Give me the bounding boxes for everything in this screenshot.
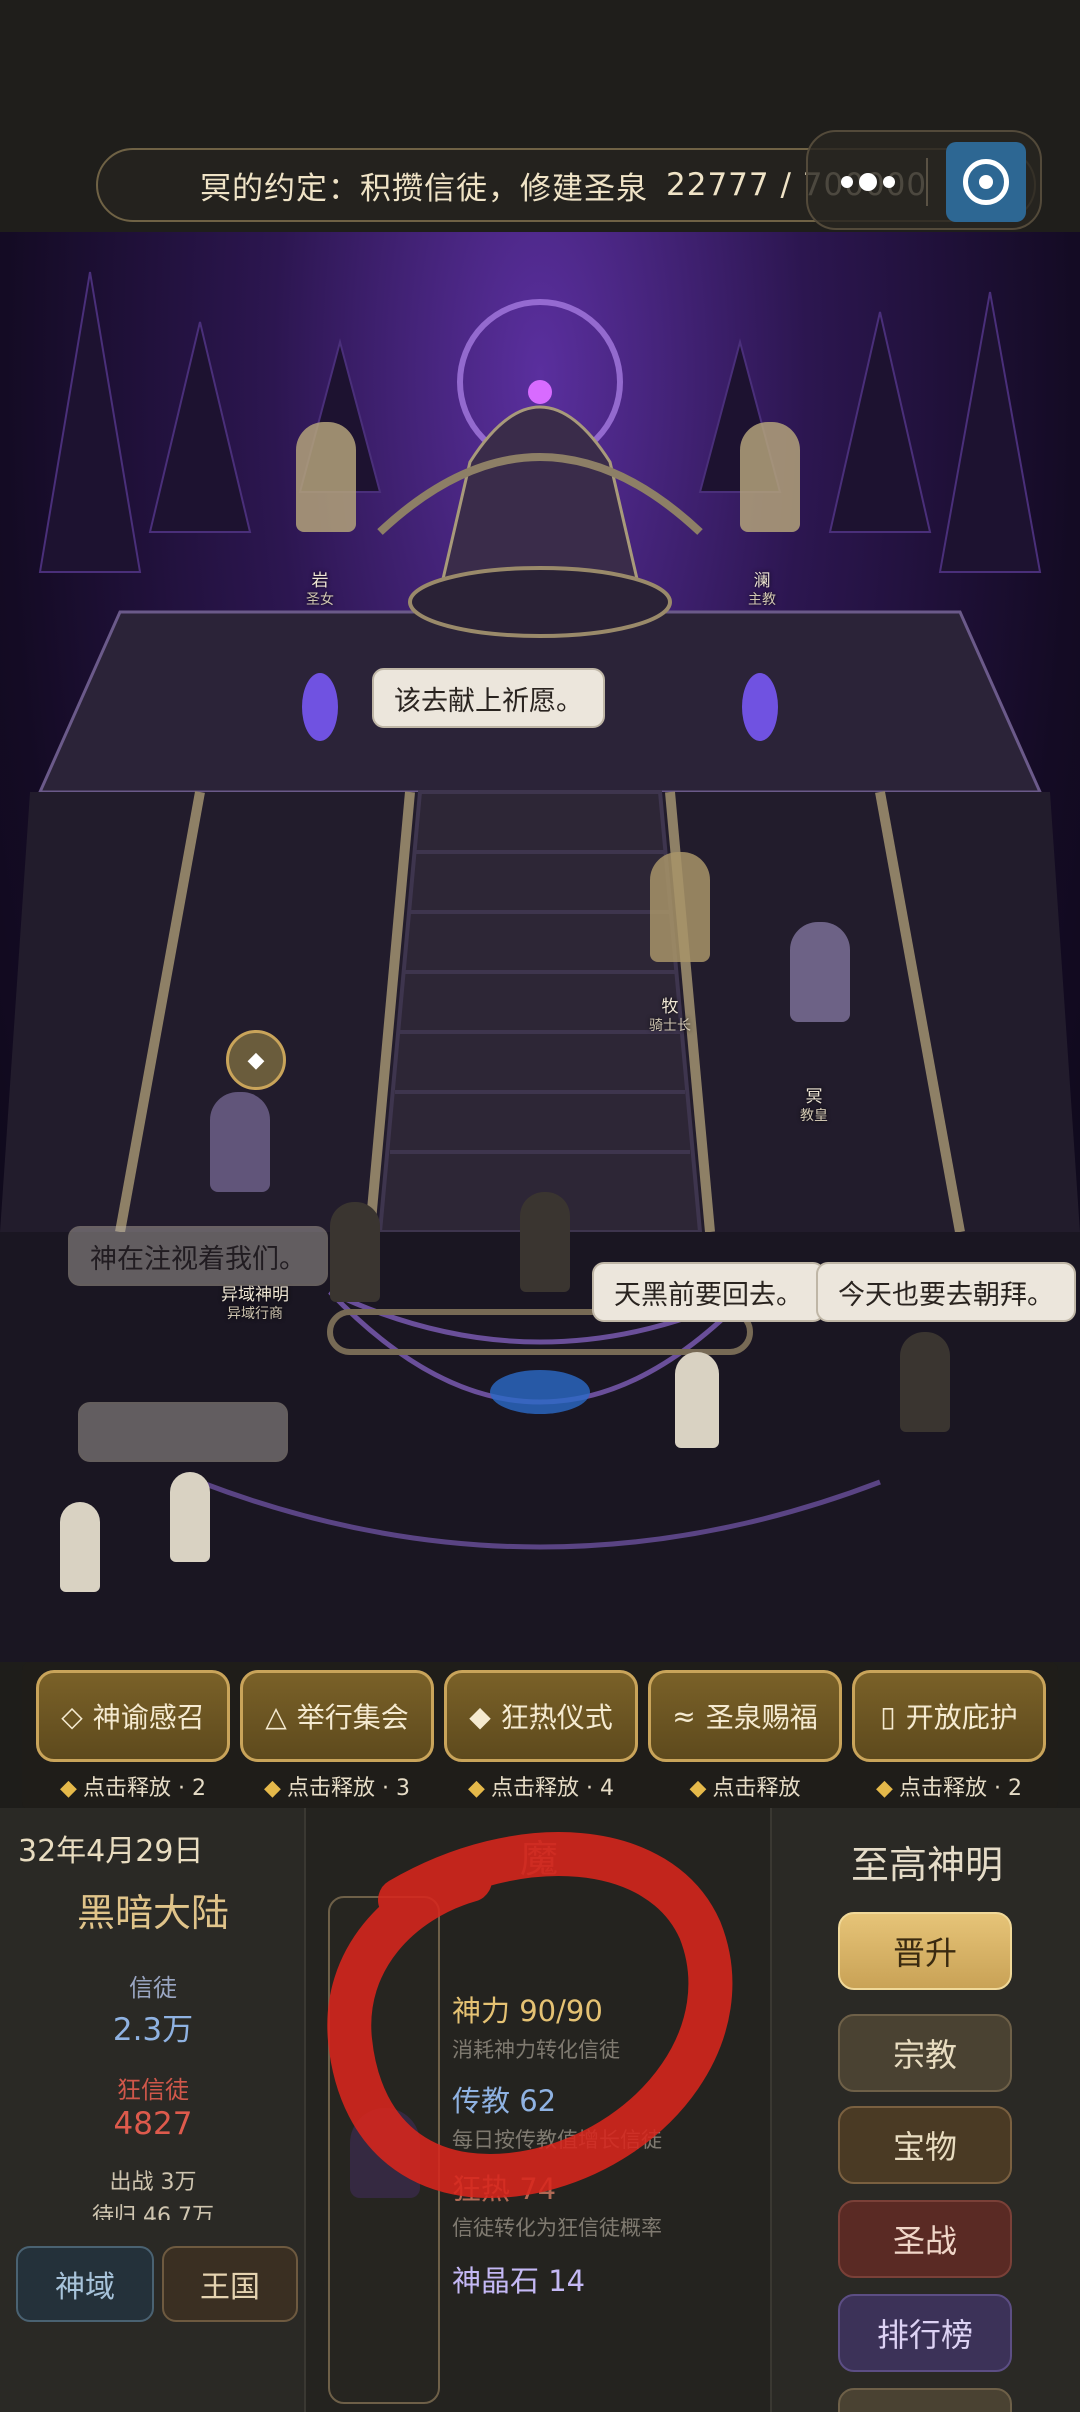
holy-war-button[interactable]: 圣战 [838,2200,1012,2278]
skill-hint: ◆ 点击释放 · 2 [60,1776,206,1801]
close-target-icon[interactable] [946,142,1026,222]
skeleton-walker [170,1472,210,1562]
diamond-small-icon: ◆ [468,1776,485,1801]
deity-portrait[interactable] [328,1896,440,2404]
divine-power-value: 神力 90/90 [452,1994,603,2028]
game-date: 32年4月29日 [18,1834,204,1869]
npc-label-bishop: 澜主教 [748,571,776,609]
speech-bubble: 今天也要去朝拜。 [816,1262,1076,1322]
npc-label-saintess: 岩圣女 [306,571,334,609]
skill-frenzy-ritual-button[interactable]: ◆ 狂热仪式 [444,1670,638,1762]
diamond-small-icon: ◆ [264,1776,281,1801]
believers-label: 信徒 [129,1974,177,2002]
merchant-marker-icon[interactable]: ◆ [226,1030,286,1090]
diamond-outline-icon: ◇ [61,1699,83,1733]
continent-name: 黑暗大陆 [76,1891,229,1935]
speech-bubble-faded: 神在注视着我们。 [68,1226,328,1286]
fanaticism-value: 狂热 74 [452,2172,557,2206]
preach-value: 传教 62 [452,2084,557,2118]
wave-icon: ≈ [672,1699,696,1733]
fanaticism-desc: 信徒转化为狂信徒概率 [452,2216,662,2240]
fanatics-label: 狂信徒 [117,2076,189,2104]
diamond-small-icon: ◆ [876,1776,893,1801]
npc-label-knight: 牧骑士长 [649,997,691,1035]
preach-desc: 每日按传教值增长信徒 [452,2128,662,2152]
supreme-deity-panel: 至高神明 晋升 宗教 宝物 圣战 排行榜 成就 [770,1808,1080,2412]
skeleton-walker [60,1502,100,1592]
world-info-panel: 32年4月29日 黑暗大陆 信徒 2.3万 狂信徒 4827 出战 3万 待归 … [0,1808,306,2412]
speech-bubble-empty [78,1402,288,1462]
pending-text: 待归 46.7万 [92,2204,214,2220]
deployed-text: 出战 3万 [109,2170,197,2195]
tab-divine-domain[interactable]: 神域 [16,2246,154,2322]
supreme-deity-title: 至高神明 [850,1843,1003,1887]
achievement-button[interactable]: 成就 [838,2388,1012,2412]
more-dots-icon[interactable] [828,160,908,204]
miniprogram-capsule [806,130,1042,230]
diamond-filled-icon: ◆ [469,1699,491,1733]
believers-value: 2.3万 [112,2012,194,2048]
skill-bar: ◇ 神谕感召 △ 举行集会 ◆ 狂热仪式 ≈ 圣泉赐福 ▯ 开放庇护 ◆ 点击释放… [22,1662,1058,1810]
faction-title: 魔 [519,1837,558,1881]
skill-oracle-call-button[interactable]: ◇ 神谕感召 [36,1670,230,1762]
npc-pope[interactable] [790,922,850,1022]
npc-knight[interactable] [650,852,710,962]
skill-hint: ◆ 点击释放 [689,1776,801,1801]
deity-stats-panel: 魔 神力 90/90 消耗神力转化信徒 传教 62 每日按传教值增长信徒 狂热 … [312,1808,766,2412]
skill-hint: ◆ 点击释放 · 4 [468,1776,614,1801]
leaderboard-button[interactable]: 排行榜 [838,2294,1012,2372]
fanatics-value: 4827 [113,2106,193,2142]
treasure-button[interactable]: 宝物 [838,2106,1012,2184]
bottom-panel: 32年4月29日 黑暗大陆 信徒 2.3万 狂信徒 4827 出战 3万 待归 … [0,1808,1080,2412]
npc-bishop[interactable] [740,422,800,532]
capsule-divider [926,158,928,206]
skill-label: 神谕感召 [92,1701,205,1734]
npc-label-merchant: 异域神明 异域行商 [221,1285,289,1323]
skill-label: 举行集会 [296,1701,409,1734]
npc-label-pope: 冥教皇 [800,1087,828,1125]
tab-kingdom[interactable]: 王国 [162,2246,298,2322]
speech-bubble: 该去献上祈愿。 [372,668,605,728]
triangle-icon: △ [265,1699,287,1733]
skill-label: 开放庇护 [905,1701,1018,1734]
skill-hint: ◆ 点击释放 · 2 [876,1776,1022,1801]
skill-label: 狂热仪式 [500,1701,613,1734]
ascend-button[interactable]: 晋升 [838,1912,1012,1990]
deity-portrait-icon [350,2108,420,2198]
skill-open-shelter-button[interactable]: ▯ 开放庇护 [852,1670,1046,1762]
hooded-pilgrim [900,1332,950,1432]
skill-spring-blessing-button[interactable]: ≈ 圣泉赐福 [648,1670,842,1762]
speech-bubble: 天黑前要回去。 [592,1262,825,1322]
npc-merchant[interactable] [210,1092,270,1192]
skeleton-walker [675,1352,719,1448]
quest-text: 冥的约定：积攒信徒，修建圣泉 [200,170,648,207]
skill-hint: ◆ 点击释放 · 3 [264,1776,410,1801]
top-bar: 冥的约定：积攒信徒，修建圣泉 22777 / 700000 [0,0,1080,232]
npc-saintess[interactable] [296,422,356,532]
crystal-value: 神晶石 14 [452,2264,586,2298]
diamond-small-icon: ◆ [689,1776,707,1801]
hooded-pilgrim [520,1192,570,1292]
religion-button[interactable]: 宗教 [838,2014,1012,2092]
shelter-icon: ▯ [880,1699,896,1733]
skill-label: 圣泉赐福 [705,1701,818,1734]
hooded-pilgrim [330,1202,380,1302]
diamond-small-icon: ◆ [60,1776,77,1801]
divine-power-desc: 消耗神力转化信徒 [452,2038,620,2062]
game-scene[interactable]: ◆ 岩圣女 澜主教 牧骑士长 冥教皇 异域神明 异域行商 该去献上祈愿。 天黑前要… [0,232,1080,1662]
skill-hold-assembly-button[interactable]: △ 举行集会 [240,1670,434,1762]
